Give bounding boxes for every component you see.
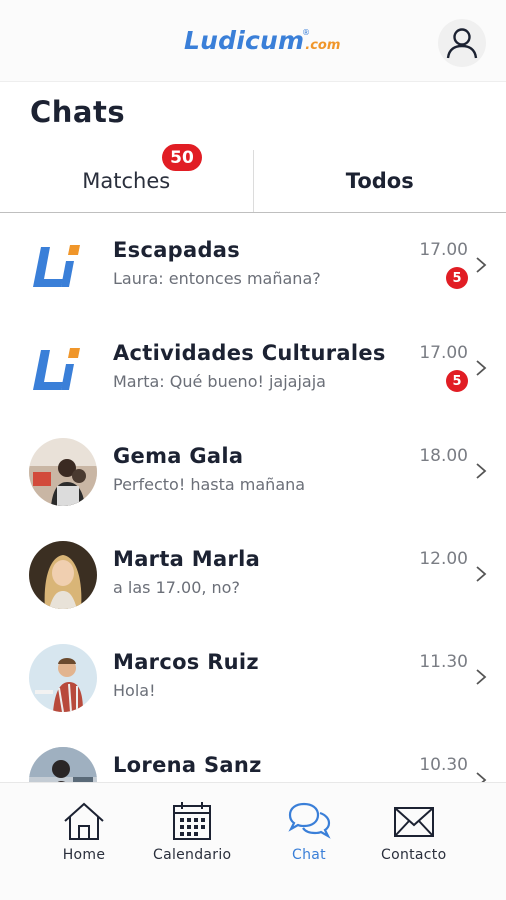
chat-row-marcos-ruiz[interactable]: Marcos Ruiz Hola! 11.30 xyxy=(0,626,506,729)
page-title: Chats xyxy=(30,95,126,129)
chevron-right-icon xyxy=(476,669,487,685)
chat-row-gema-gala[interactable]: Gema Gala Perfecto! hasta mañana 18.00 xyxy=(0,420,506,523)
home-icon xyxy=(64,802,104,840)
avatar xyxy=(29,644,97,712)
user-icon xyxy=(446,28,478,59)
chat-time: 18.00 xyxy=(419,446,468,466)
chat-icon xyxy=(288,802,331,839)
chat-tabs: Matches 50 Todos xyxy=(0,144,506,213)
nav-chat[interactable]: Chat xyxy=(286,801,332,863)
chat-time: 12.00 xyxy=(419,549,468,569)
chevron-right-icon xyxy=(476,257,487,273)
chat-preview: Marta: Qué bueno! jajajaja xyxy=(113,372,326,391)
chat-name: Marta Marla xyxy=(113,547,261,571)
tab-matches[interactable]: Matches 50 xyxy=(0,144,253,212)
nav-calendario-label: Calendario xyxy=(153,847,232,863)
nav-chat-label: Chat xyxy=(292,847,326,863)
chat-preview: a las 17.00, no? xyxy=(113,578,240,597)
envelope-icon xyxy=(393,807,434,837)
chat-row-escapadas[interactable]: Escapadas Laura: entonces mañana? 17.00 … xyxy=(0,214,506,317)
chat-time: 11.30 xyxy=(419,652,468,672)
nav-home-label: Home xyxy=(62,847,106,863)
ludicum-logo[interactable]: Ludicum .com ® xyxy=(184,26,340,62)
chevron-right-icon xyxy=(476,463,487,479)
chat-preview: Perfecto! hasta mañana xyxy=(113,475,306,494)
chat-row-actividades-culturales[interactable]: Actividades Culturales Marta: Qué bueno!… xyxy=(0,317,506,420)
nav-home[interactable]: Home xyxy=(62,801,106,863)
chat-time: 17.00 xyxy=(419,343,468,363)
chat-time: 17.00 xyxy=(419,240,468,260)
chat-row-lorena-sanz[interactable]: Lorena Sanz 10.30 xyxy=(0,729,506,782)
nav-calendario[interactable]: Calendario xyxy=(153,801,231,863)
unread-count-badge: 5 xyxy=(446,370,468,392)
chevron-right-icon xyxy=(476,566,487,582)
nav-contacto[interactable]: Contacto xyxy=(381,801,446,863)
avatar xyxy=(29,438,97,506)
unread-count-badge: 5 xyxy=(446,267,468,289)
profile-button[interactable] xyxy=(438,19,486,67)
tab-todos[interactable]: Todos xyxy=(252,150,506,212)
chevron-right-icon xyxy=(476,360,487,376)
tab-matches-label: Matches xyxy=(82,169,171,193)
chat-preview: Hola! xyxy=(113,681,156,700)
chat-name: Gema Gala xyxy=(113,444,244,468)
calendar-icon xyxy=(173,802,212,840)
chat-row-marta-marla[interactable]: Marta Marla a las 17.00, no? 12.00 xyxy=(0,523,506,626)
tab-todos-label: Todos xyxy=(345,169,414,193)
bottom-nav: Home Calendario Chat Contacto xyxy=(0,782,506,900)
chat-list[interactable]: Escapadas Laura: entonces mañana? 17.00 … xyxy=(0,214,506,782)
chat-name: Escapadas xyxy=(113,238,241,262)
chat-name: Lorena Sanz xyxy=(113,753,262,777)
chat-time: 10.30 xyxy=(419,755,468,775)
chat-name: Marcos Ruiz xyxy=(113,650,259,674)
logo-registered-mark: ® xyxy=(302,28,310,37)
avatar xyxy=(29,541,97,609)
matches-count-badge: 50 xyxy=(162,144,202,171)
nav-contacto-label: Contacto xyxy=(381,847,447,863)
logo-text: Ludicum xyxy=(184,26,305,55)
logo-suffix: .com xyxy=(305,38,341,53)
group-avatar-ludicum-logo xyxy=(29,335,97,403)
chevron-right-icon xyxy=(476,772,487,782)
group-avatar-ludicum-logo xyxy=(29,232,97,300)
chat-preview: Laura: entonces mañana? xyxy=(113,269,321,288)
top-bar: Ludicum .com ® xyxy=(0,0,506,82)
chat-name: Actividades Culturales xyxy=(113,341,386,365)
avatar xyxy=(29,747,97,782)
